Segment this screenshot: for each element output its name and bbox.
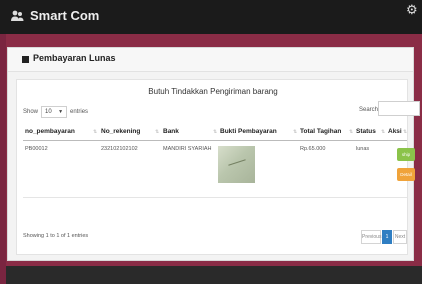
table-caption: Butuh Tindakkan Pengiriman barang [148, 87, 278, 96]
pagination-page-1[interactable]: 1 [382, 230, 392, 244]
table-header: no_pembayaran ⇅ No_rekening ⇅ Bank ⇅ Buk… [23, 125, 407, 141]
users-icon [11, 10, 24, 21]
payment-proof-image[interactable] [218, 146, 255, 183]
col-aksi[interactable]: Aksi [388, 128, 402, 135]
page-length-control: Show 10 ▼ entries [23, 106, 88, 118]
cell-no-pembayaran: PB00012 [25, 146, 48, 152]
cell-bank: MANDIRI SYARIAH [163, 146, 212, 152]
search-label: Search: [359, 107, 380, 113]
sort-icon[interactable]: ⇅ [93, 129, 97, 135]
col-no-rekening[interactable]: No_rekening [101, 128, 140, 135]
entries-label: entries [70, 109, 89, 115]
table-info: Showing 1 to 1 of 1 entries [23, 233, 89, 239]
sidebar-edge [0, 34, 6, 284]
table-row: PB00012 232102102102 MANDIRI SYARIAH Rp.… [23, 142, 415, 198]
detail-button[interactable]: Detail [397, 168, 415, 181]
col-status[interactable]: Status [356, 128, 376, 135]
search-input[interactable] [378, 101, 420, 116]
top-navbar: Smart Com ⚙ [0, 0, 422, 34]
table-container: Butuh Tindakkan Pengiriman barang Show 1… [16, 79, 420, 255]
sort-icon[interactable]: ⇅ [213, 129, 217, 135]
square-icon [22, 56, 29, 63]
pagination-previous[interactable]: Previous [361, 230, 381, 244]
payment-panel: Pembayaran Lunas Butuh Tindakkan Pengiri… [7, 47, 420, 261]
sort-icon[interactable]: ⇅ [293, 129, 297, 135]
panel-header: Pembayaran Lunas [8, 48, 413, 72]
cell-no-rekening: 232102102102 [101, 146, 138, 152]
page-length-value: 10 [45, 109, 52, 115]
col-bank[interactable]: Bank [163, 128, 179, 135]
pagination-next[interactable]: Next [393, 230, 407, 244]
brand[interactable]: Smart Com [10, 8, 99, 23]
chevron-down-icon: ▼ [58, 109, 64, 115]
col-no-pembayaran[interactable]: no_pembayaran [25, 128, 75, 135]
sort-icon[interactable]: ⇅ [155, 129, 159, 135]
cell-status: lunas [356, 146, 370, 152]
gear-icon[interactable]: ⚙ [406, 3, 418, 16]
ship-button[interactable]: ship [397, 148, 415, 161]
panel-title: Pembayaran Lunas [33, 53, 116, 63]
sort-icon[interactable]: ⇅ [381, 129, 385, 135]
footer-bar [6, 266, 422, 284]
page-length-select[interactable]: 10 ▼ [41, 106, 68, 118]
col-total-tagihan[interactable]: Total Tagihan [300, 128, 341, 135]
cell-total-tagihan: Rp.65.000 [300, 146, 326, 152]
sort-icon[interactable]: ⇅ [403, 129, 407, 135]
col-bukti-pembayaran[interactable]: Bukti Pembayaran [220, 128, 277, 135]
show-label: Show [23, 109, 39, 115]
sort-icon[interactable]: ⇅ [349, 129, 353, 135]
app-title: Smart Com [30, 8, 100, 23]
proof-image-mark [228, 159, 246, 166]
